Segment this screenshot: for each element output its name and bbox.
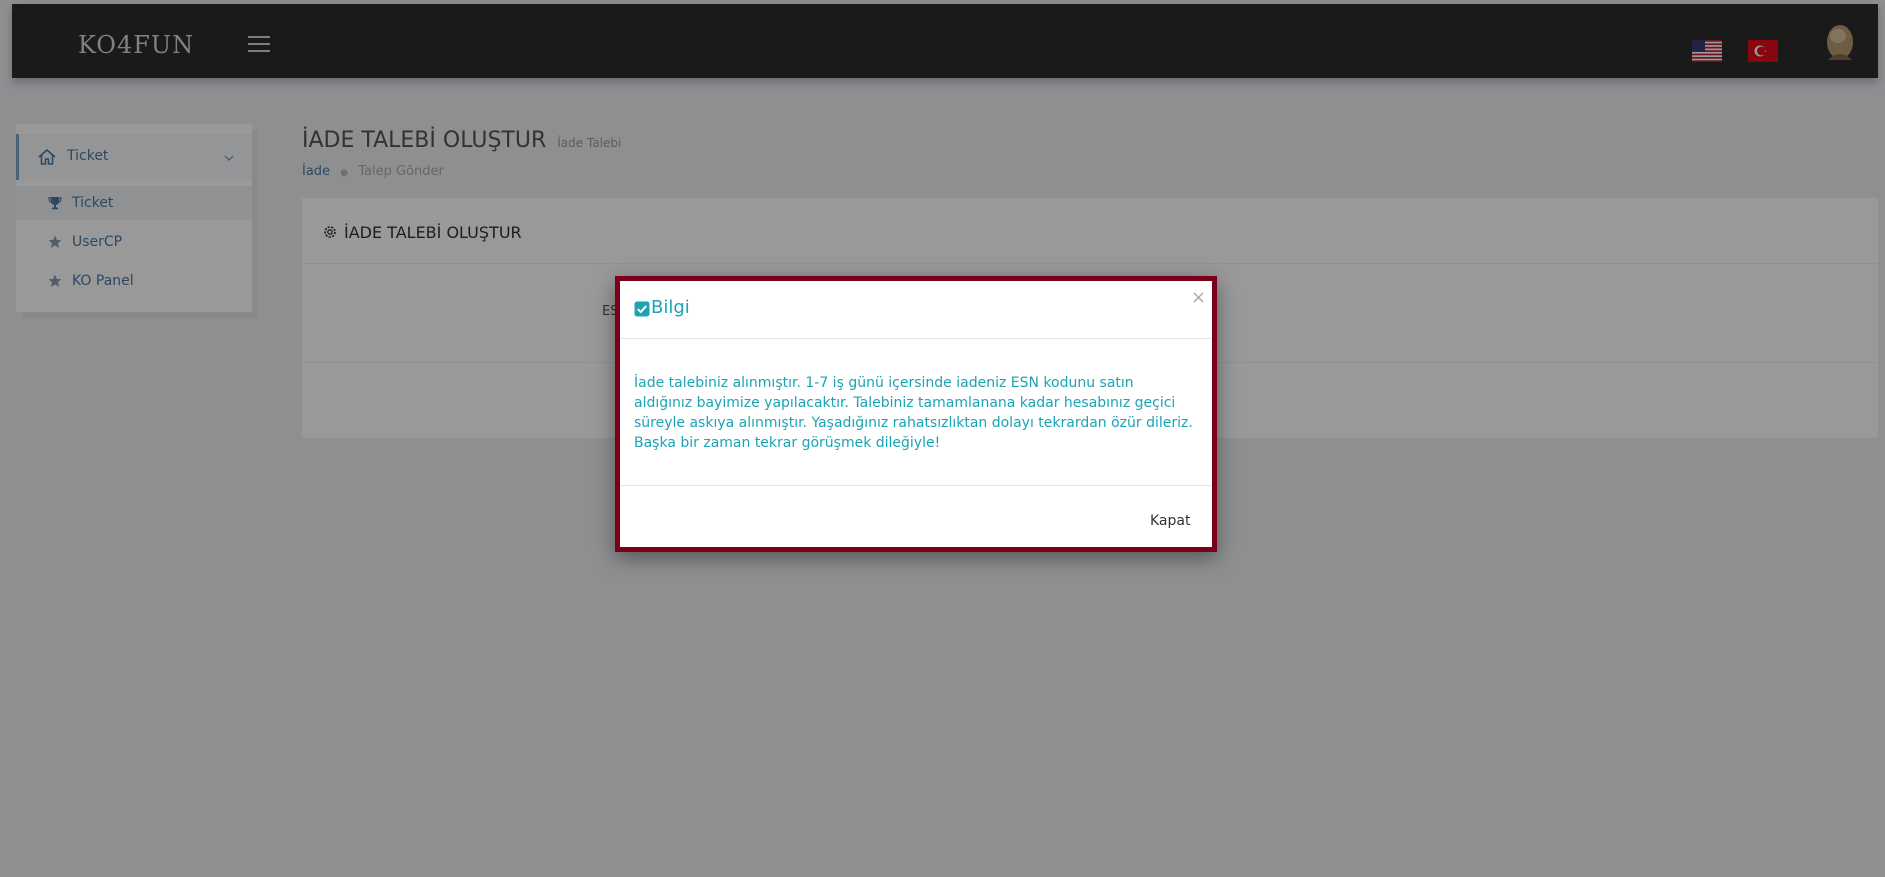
modal-header: Bilgi [620,281,1212,339]
info-modal: Bilgi × İade talebiniz alınmıştır. 1-7 i… [615,276,1217,552]
close-button[interactable]: Kapat [1150,513,1190,529]
check-square-icon [634,301,650,317]
modal-title: Bilgi [651,297,690,318]
modal-close-icon[interactable]: × [1191,289,1206,307]
modal-footer-divider [620,485,1212,486]
modal-message: İade talebiniz alınmıştır. 1-7 iş günü i… [634,375,1193,451]
